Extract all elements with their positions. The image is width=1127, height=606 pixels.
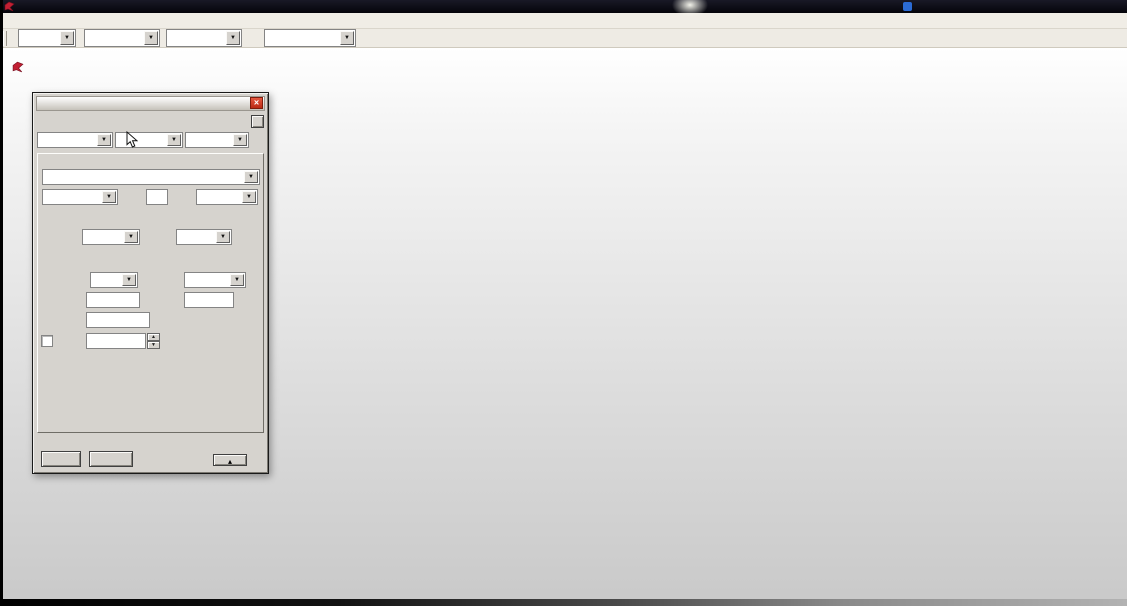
plot-input-panel [37,153,264,433]
toolbar [0,29,1127,48]
chevron-down-icon[interactable] [244,171,258,183]
menu-bar [0,13,1127,29]
collapse-panel-button[interactable] [213,454,247,466]
titlebar-indicator-icon [903,2,912,11]
toolbar-grip[interactable] [3,31,7,46]
spinner-up-icon[interactable] [147,333,160,341]
dialog-body [33,93,268,473]
chevron-down-icon[interactable] [122,274,136,286]
scale-spinner [147,333,160,349]
format-input[interactable] [184,292,234,308]
plot-button[interactable] [41,451,81,467]
chevron-down-icon[interactable] [233,134,247,146]
screen-left-edge [0,0,3,606]
solution-record-combo[interactable] [42,169,260,185]
zplane-input[interactable] [86,312,150,328]
run-input[interactable] [146,189,168,205]
chevron-down-icon[interactable] [144,31,158,45]
chevron-down-icon[interactable] [97,134,111,146]
mouse-cursor [126,131,138,152]
chevron-down-icon[interactable] [242,191,256,203]
dimension-dropdown[interactable] [18,29,76,47]
chevron-down-icon[interactable] [102,191,116,203]
cancel-button[interactable] [89,451,133,467]
reference-dropdown[interactable] [166,29,242,47]
selection-method-combo[interactable] [185,132,249,148]
view-combo[interactable] [176,229,232,245]
solution-record-value [43,170,259,171]
results-dialog [32,92,269,474]
select-mode-combo[interactable] [37,132,113,148]
window-titlebar[interactable] [0,0,1127,13]
spinner-down-icon[interactable] [147,341,160,349]
midsides-input[interactable] [86,292,140,308]
discipline-dropdown[interactable] [84,29,160,47]
scale-input[interactable] [86,333,146,349]
chevron-down-icon[interactable] [60,31,74,45]
chevron-down-icon[interactable] [216,231,230,243]
chevron-down-icon[interactable] [167,134,181,146]
close-icon[interactable] [250,97,263,109]
shape-combo[interactable] [82,229,140,245]
screen-bottom-edge [0,599,1127,606]
chevron-down-icon[interactable] [124,231,138,243]
application-window [0,0,1127,606]
system-combo[interactable] [184,272,246,288]
objects-dropdown[interactable] [264,29,356,47]
plot-type-combo[interactable] [196,189,258,205]
scale-checkbox[interactable] [41,335,53,347]
chevron-down-icon[interactable] [340,31,354,45]
chevron-down-icon[interactable] [226,31,240,45]
functions-combo[interactable] [90,272,138,288]
solution-name-combo[interactable] [42,189,118,205]
chevron-down-icon[interactable] [230,274,244,286]
